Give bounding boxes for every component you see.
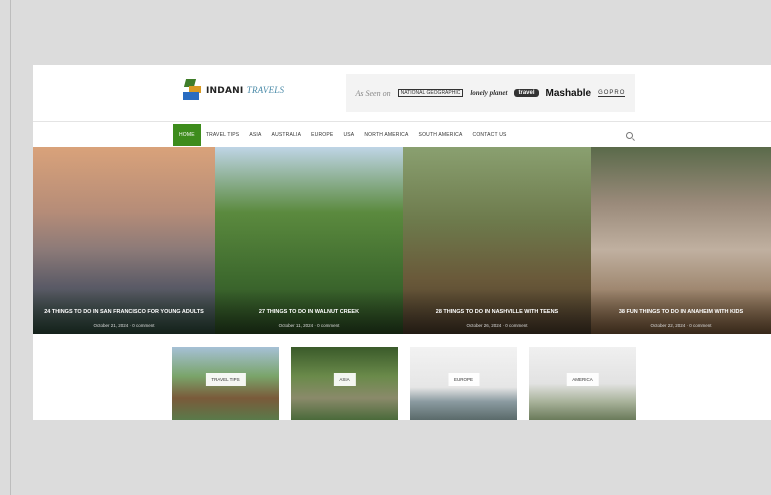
tile-label[interactable]: EUROPE: [447, 373, 480, 386]
slide-comments: 0 comment: [689, 323, 712, 328]
logo-main-text: INDANI: [206, 85, 244, 96]
slide-title[interactable]: 38 Fun Things to Do in Anaheim with Kids: [591, 308, 771, 316]
nav-item-contact-us[interactable]: CONTACT US: [468, 124, 512, 146]
tile-asia[interactable]: ASIA: [291, 347, 398, 420]
slide-anaheim[interactable]: 38 Fun Things to Do in Anaheim with Kids…: [591, 147, 771, 334]
nav-item-home[interactable]: HOME: [173, 124, 201, 146]
travel-logo: travel: [514, 89, 539, 97]
lonely-planet-logo: lonely planet: [470, 89, 508, 97]
as-seen-on-label: As Seen on: [355, 88, 391, 98]
natgeo-logo: NATIONAL GEOGRAPHIC: [397, 89, 464, 97]
gopro-logo: GOPRO: [598, 89, 626, 97]
mashable-logo: Mashable: [545, 87, 592, 99]
slide-nashville[interactable]: 28 Things to Do in Nashville with Teens …: [403, 147, 591, 334]
tile-label[interactable]: ASIA: [333, 373, 356, 386]
featured-slider: 24 Things to Do in San Francisco for You…: [33, 147, 771, 334]
nav-item-travel-tips[interactable]: TRAVEL TIPS: [201, 124, 245, 146]
tile-travel-tips[interactable]: TRAVEL TIPS: [172, 347, 279, 420]
nav-item-australia[interactable]: AUSTRALIA: [267, 124, 307, 146]
logo-icon: [183, 79, 203, 101]
tile-label[interactable]: AMERICA: [566, 373, 599, 386]
slide-san-francisco[interactable]: 24 Things to Do in San Francisco for You…: [33, 147, 215, 334]
nav-item-north-america[interactable]: NORTH AMERICA: [359, 124, 413, 146]
slide-meta: October 26, 2024 · 0 comment: [466, 323, 528, 328]
slide-meta: October 11, 2024 · 0 comment: [278, 323, 340, 328]
main-nav: HOME TRAVEL TIPS ASIA AUSTRALIA EUROPE U…: [33, 122, 771, 146]
site-header: INDANI TRAVELS As Seen on NATIONAL GEOGR…: [33, 65, 771, 121]
slide-walnut-creek[interactable]: 27 Things to Do in Walnut Creek October …: [215, 147, 403, 334]
slide-comments: 0 comment: [317, 323, 340, 328]
site-logo[interactable]: INDANI TRAVELS: [183, 79, 284, 101]
slide-date: October 21, 2024: [93, 323, 129, 328]
tile-europe[interactable]: EUROPE: [410, 347, 517, 420]
slide-comments: 0 comment: [132, 323, 155, 328]
logo-text: INDANI TRAVELS: [206, 85, 284, 96]
window-border: [10, 0, 11, 495]
nav-item-south-america[interactable]: SOUTH AMERICA: [414, 124, 468, 146]
slide-title[interactable]: 27 Things to Do in Walnut Creek: [215, 308, 403, 316]
nav-item-usa[interactable]: USA: [338, 124, 359, 146]
slide-meta: October 21, 2024 · 0 comment: [93, 323, 155, 328]
tile-label[interactable]: TRAVEL TIPS: [205, 373, 246, 386]
slide-meta: October 22, 2024 · 0 comment: [650, 323, 712, 328]
website-page: INDANI TRAVELS As Seen on NATIONAL GEOGR…: [33, 65, 771, 420]
logo-alt-text: TRAVELS: [246, 84, 285, 95]
as-seen-on-banner: As Seen on NATIONAL GEOGRAPHIC lonely pl…: [346, 74, 635, 112]
nav-item-europe[interactable]: EUROPE: [306, 124, 338, 146]
slide-date: October 26, 2024: [466, 323, 502, 328]
slide-date: October 11, 2024: [278, 323, 314, 328]
slide-date: October 22, 2024: [650, 323, 686, 328]
search-icon[interactable]: [626, 132, 633, 139]
category-tiles: TRAVEL TIPS ASIA EUROPE AMERICA: [172, 347, 642, 420]
slide-title[interactable]: 24 Things to Do in San Francisco for You…: [33, 308, 215, 316]
nav-list: HOME TRAVEL TIPS ASIA AUSTRALIA EUROPE U…: [173, 124, 512, 146]
slide-title[interactable]: 28 Things to Do in Nashville with Teens: [403, 308, 591, 316]
tile-america[interactable]: AMERICA: [529, 347, 636, 420]
slide-comments: 0 comment: [505, 323, 528, 328]
nav-item-asia[interactable]: ASIA: [244, 124, 266, 146]
